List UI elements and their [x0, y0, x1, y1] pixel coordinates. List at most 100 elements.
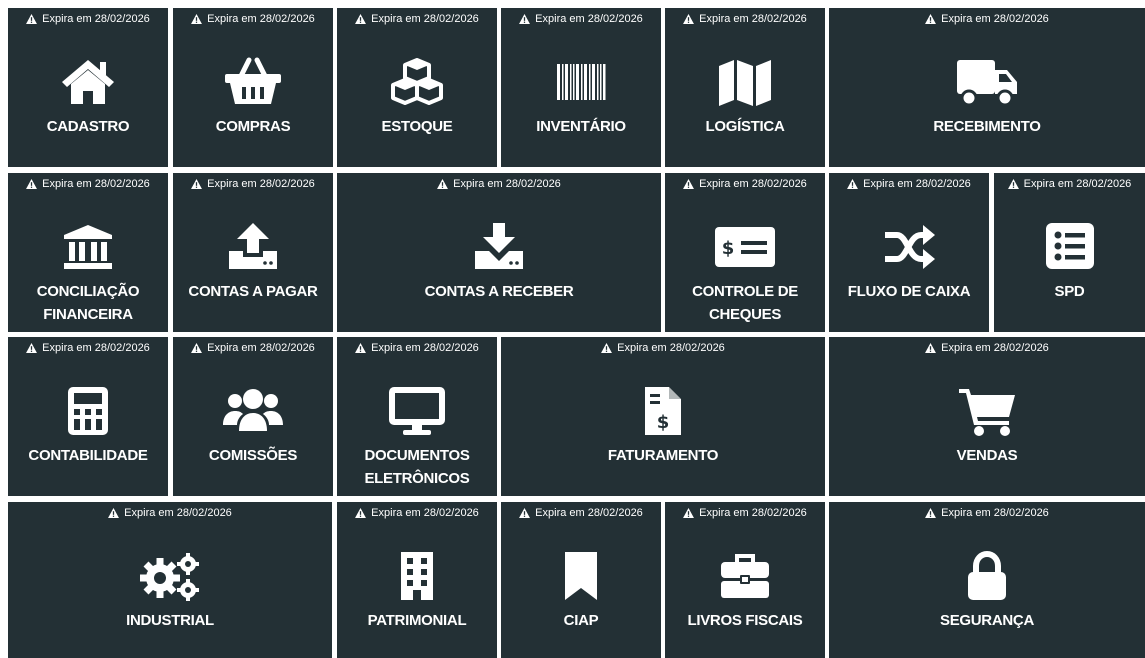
- home-icon: [8, 56, 168, 108]
- users-icon: [173, 385, 333, 437]
- warning-icon: [26, 179, 38, 189]
- tile-estoque[interactable]: Expira em 28/02/2026 ESTOQUE: [337, 8, 497, 167]
- expiry-warning: Expira em 28/02/2026: [994, 177, 1145, 191]
- warning-icon: [683, 14, 695, 24]
- tile-label: LIVROS FISCAIS: [687, 612, 803, 629]
- tile-compras[interactable]: Expira em 28/02/2026 COMPRAS: [173, 8, 333, 167]
- list-icon: [994, 221, 1145, 273]
- expiry-warning: Expira em 28/02/2026: [173, 177, 333, 191]
- basket-icon: [173, 56, 333, 108]
- tile-label: VENDAS: [956, 447, 1018, 464]
- tile-logistica[interactable]: Expira em 28/02/2026 LOGÍSTICA: [665, 8, 825, 167]
- invoice-dollar-icon: $: [501, 385, 825, 437]
- expiry-warning: Expira em 28/02/2026: [173, 12, 333, 26]
- tile-label: PATRIMONIAL: [367, 612, 467, 629]
- tile-label: INDUSTRIAL: [126, 612, 214, 629]
- tile-label: COMPRAS: [215, 118, 291, 135]
- cogs-icon: [8, 550, 332, 602]
- tile-cadastro[interactable]: Expira em 28/02/2026 CADASTRO: [8, 8, 168, 167]
- map-icon: [665, 56, 825, 108]
- calculator-icon: [8, 385, 168, 437]
- expiry-warning: Expira em 28/02/2026: [665, 177, 825, 191]
- warning-icon: [601, 343, 613, 353]
- expiry-warning: Expira em 28/02/2026: [337, 506, 497, 520]
- tile-contabilidade[interactable]: Expira em 28/02/2026 CONTABILIDADE: [8, 337, 168, 496]
- upload-icon: [173, 221, 333, 273]
- tile-faturamento[interactable]: Expira em 28/02/2026 $ FATURAMENTO: [501, 337, 825, 496]
- warning-icon: [1007, 179, 1019, 189]
- expiry-warning: Expira em 28/02/2026: [501, 12, 661, 26]
- bank-icon: [8, 221, 168, 273]
- warning-icon: [355, 508, 367, 518]
- tile-label: INVENTÁRIO: [536, 118, 626, 135]
- tile-label: FATURAMENTO: [607, 447, 719, 464]
- check-money-icon: $: [665, 221, 825, 273]
- svg-text:$: $: [657, 412, 670, 433]
- tile-patrimonial[interactable]: Expira em 28/02/2026 PATRIMONIAL: [337, 502, 497, 658]
- tile-conciliacao-financeira[interactable]: Expira em 28/02/2026 CONCILIAÇÃO FINANCE…: [8, 173, 168, 332]
- warning-icon: [925, 508, 937, 518]
- expiry-warning: Expira em 28/02/2026: [8, 177, 168, 191]
- warning-icon: [925, 14, 937, 24]
- tile-label: DOCUMENTOS ELETRÔNICOS: [364, 447, 470, 487]
- svg-text:$: $: [722, 238, 735, 259]
- tile-recebimento[interactable]: Expira em 28/02/2026 RECEBIMENTO: [829, 8, 1145, 167]
- tile-comissoes[interactable]: Expira em 28/02/2026 COMISSÕES: [173, 337, 333, 496]
- tile-label: CONTROLE DE CHEQUES: [692, 283, 798, 323]
- tile-seguranca[interactable]: Expira em 28/02/2026 SEGURANÇA: [829, 502, 1145, 658]
- tile-label: CONTAS A RECEBER: [424, 283, 574, 300]
- tile-livros-fiscais[interactable]: Expira em 28/02/2026 LIVROS FISCAIS: [665, 502, 825, 658]
- bookmark-icon: [501, 550, 661, 602]
- lock-icon: [829, 550, 1145, 602]
- tile-documentos-eletronicos[interactable]: Expira em 28/02/2026 DOCUMENTOS ELETRÔNI…: [337, 337, 497, 496]
- warning-icon: [191, 14, 203, 24]
- tile-spd[interactable]: Expira em 28/02/2026 SPD: [994, 173, 1145, 332]
- toolbox-icon: [665, 550, 825, 602]
- expiry-warning: Expira em 28/02/2026: [8, 506, 332, 520]
- tile-contas-a-receber[interactable]: Expira em 28/02/2026 CONTAS A RECEBER: [337, 173, 661, 332]
- warning-icon: [191, 343, 203, 353]
- tile-label: SEGURANÇA: [940, 612, 1034, 629]
- tile-label: LOGÍSTICA: [705, 118, 785, 135]
- expiry-warning: Expira em 28/02/2026: [665, 12, 825, 26]
- warning-icon: [925, 343, 937, 353]
- tile-label: CONTABILIDADE: [28, 447, 148, 464]
- tile-label: ESTOQUE: [381, 118, 453, 135]
- expiry-warning: Expira em 28/02/2026: [501, 341, 825, 355]
- expiry-warning: Expira em 28/02/2026: [829, 12, 1145, 26]
- tile-fluxo-de-caixa[interactable]: Expira em 28/02/2026 FLUXO DE CAIXA: [829, 173, 989, 332]
- warning-icon: [355, 343, 367, 353]
- warning-icon: [519, 508, 531, 518]
- building-icon: [337, 550, 497, 602]
- tile-controle-de-cheques[interactable]: Expira em 28/02/2026 $ CONTROLE DE CHEQU…: [665, 173, 825, 332]
- expiry-warning: Expira em 28/02/2026: [829, 341, 1145, 355]
- tile-label: CADASTRO: [46, 118, 130, 135]
- expiry-warning: Expira em 28/02/2026: [173, 341, 333, 355]
- warning-icon: [26, 343, 38, 353]
- tile-label: RECEBIMENTO: [933, 118, 1041, 135]
- desktop-icon: [337, 385, 497, 437]
- tile-label: FLUXO DE CAIXA: [847, 283, 971, 300]
- tile-label: CONTAS A PAGAR: [188, 283, 318, 300]
- cubes-icon: [337, 56, 497, 108]
- expiry-warning: Expira em 28/02/2026: [337, 12, 497, 26]
- download-icon: [337, 221, 661, 273]
- warning-icon: [847, 179, 859, 189]
- tile-label: SPD: [1054, 283, 1085, 300]
- tile-inventario[interactable]: Expira em 28/02/2026 INVENTÁRIO: [501, 8, 661, 167]
- truck-icon: [829, 56, 1145, 108]
- warning-icon: [683, 508, 695, 518]
- expiry-warning: Expira em 28/02/2026: [501, 506, 661, 520]
- tile-industrial[interactable]: Expira em 28/02/2026 INDUSTRIAL: [8, 502, 332, 658]
- tile-vendas[interactable]: Expira em 28/02/2026 VENDAS: [829, 337, 1145, 496]
- warning-icon: [519, 14, 531, 24]
- tile-label: COMISSÕES: [208, 447, 298, 464]
- expiry-warning: Expira em 28/02/2026: [8, 12, 168, 26]
- expiry-warning: Expira em 28/02/2026: [829, 506, 1145, 520]
- tile-contas-a-pagar[interactable]: Expira em 28/02/2026 CONTAS A PAGAR: [173, 173, 333, 332]
- shuffle-icon: [829, 221, 989, 273]
- cart-icon: [829, 385, 1145, 437]
- warning-icon: [26, 14, 38, 24]
- tile-ciap[interactable]: Expira em 28/02/2026 CIAP: [501, 502, 661, 658]
- expiry-warning: Expira em 28/02/2026: [829, 177, 989, 191]
